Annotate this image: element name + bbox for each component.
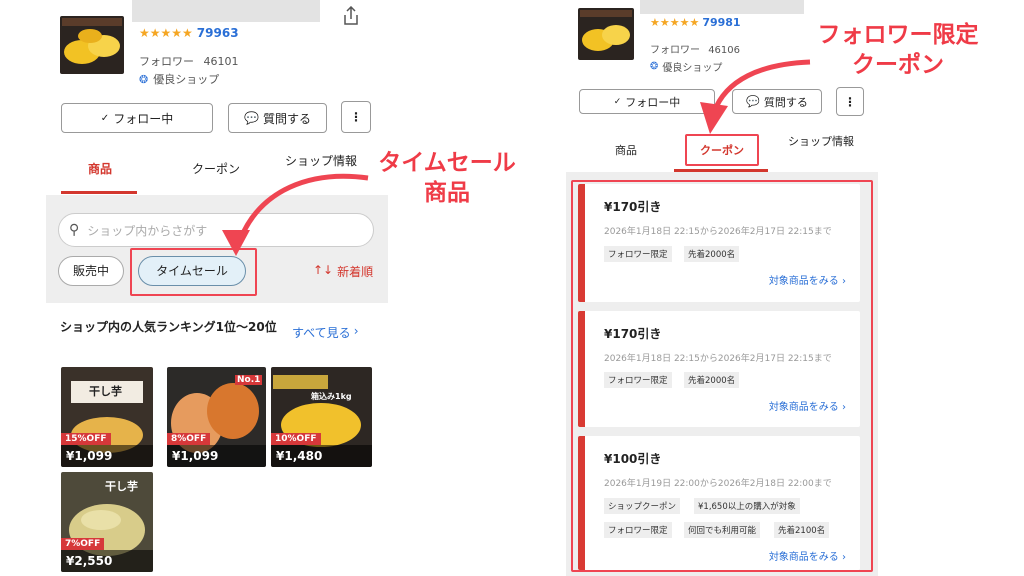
tab-products[interactable]: 商品 [62, 162, 138, 177]
tab-active-underline [61, 191, 137, 194]
tab-products[interactable]: 商品 [590, 143, 662, 158]
product-overlay-text: 干し芋 [105, 480, 138, 493]
sort-icon: ↑↓ [313, 263, 334, 277]
highlight-coupon-list [571, 180, 873, 572]
check-icon: ✓ [100, 112, 110, 124]
annotation-line: 商品 [424, 180, 470, 206]
more-vertical-icon: ⋮ [350, 110, 362, 124]
filter-on-sale[interactable]: 販売中 [58, 256, 124, 286]
badge-icon: ❂ [139, 72, 149, 86]
shop-name-placeholder [132, 0, 320, 22]
shop-thumbnail [60, 16, 124, 74]
follow-button-label: フォロー中 [625, 95, 681, 109]
shop-thumbnail [578, 8, 634, 60]
ranking-title: ショップ内の人気ランキング1位〜20位 [60, 320, 277, 334]
annotation-time-sale: タイムセール 商品 [362, 148, 532, 208]
rating-stars: ★★★★★ [650, 16, 700, 29]
more-options-button[interactable]: ⋮ [836, 87, 864, 116]
product-price: ¥2,550 [61, 550, 153, 572]
discount-badge: 10%OFF [271, 433, 321, 445]
share-icon[interactable] [342, 5, 360, 26]
product-overlay-text: 箱込み1kg [311, 392, 352, 401]
sort-label: 新着順 [337, 265, 374, 279]
followers-label: フォロワー [139, 55, 194, 68]
product-card[interactable]: No.1 8%OFF ¥1,099 [167, 367, 266, 467]
rating-row: ★★★★★ 79963 [139, 26, 239, 40]
shop-badge: ❂ 優良ショップ [139, 71, 219, 87]
search-placeholder: ショップ内からさがす [87, 223, 208, 238]
followers-row: フォロワー 46101 [139, 53, 239, 69]
check-icon: ✓ [613, 96, 622, 107]
followers-count: 46101 [203, 55, 239, 68]
product-overlay-text: 干し芋 [89, 385, 122, 398]
chevron-right-icon: › [353, 324, 359, 338]
question-button-label: 質問する [262, 111, 311, 126]
discount-badge: 15%OFF [61, 433, 111, 445]
discount-badge: 7%OFF [61, 538, 105, 550]
annotation-line: クーポン [852, 52, 944, 78]
more-vertical-icon: ⋮ [844, 94, 856, 109]
follow-button[interactable]: ✓ フォロー中 [61, 103, 213, 133]
product-overlay-text: No.1 [235, 375, 263, 385]
discount-badge: 8%OFF [167, 433, 211, 445]
see-all-link[interactable]: すべて見る › [292, 324, 359, 341]
shop-name-placeholder [640, 0, 804, 14]
product-card[interactable]: 干し芋 7%OFF ¥2,550 [61, 472, 153, 572]
search-icon: ⚲ [69, 222, 80, 238]
see-all-label: すべて見る [292, 326, 351, 340]
product-price: ¥1,099 [61, 445, 153, 467]
product-card[interactable]: 箱込み1kg 10%OFF ¥1,480 [271, 367, 372, 467]
question-button[interactable]: 💬 質問する [228, 103, 327, 133]
left-panel: ★★★★★ 79963 フォロワー 46101 ❂ 優良ショップ ✓ フォロー中… [46, 0, 388, 576]
chat-icon: 💬 [244, 111, 259, 125]
badge-label: 優良ショップ [153, 73, 220, 86]
sort-control[interactable]: ↑↓ 新着順 [313, 263, 373, 280]
product-price: ¥1,099 [167, 445, 266, 467]
product-card[interactable]: 干し芋 15%OFF ¥1,099 [61, 367, 153, 467]
annotation-line: タイムセール [378, 150, 516, 176]
annotation-arrow [700, 59, 811, 134]
annotation-arrow [222, 173, 369, 256]
rating-count[interactable]: 79963 [197, 26, 239, 40]
badge-icon: ❂ [650, 61, 659, 72]
rating-count[interactable]: 79981 [702, 16, 740, 29]
rating-stars: ★★★★★ [139, 26, 193, 40]
annotation-line: フォロワー限定 [817, 22, 979, 48]
follow-button-label: フォロー中 [113, 111, 174, 126]
rating-row: ★★★★★ 79981 [650, 16, 741, 29]
more-options-button[interactable]: ⋮ [341, 101, 371, 133]
product-price: ¥1,480 [271, 445, 372, 467]
annotation-follower-coupon: フォロワー限定 クーポン [798, 20, 998, 80]
